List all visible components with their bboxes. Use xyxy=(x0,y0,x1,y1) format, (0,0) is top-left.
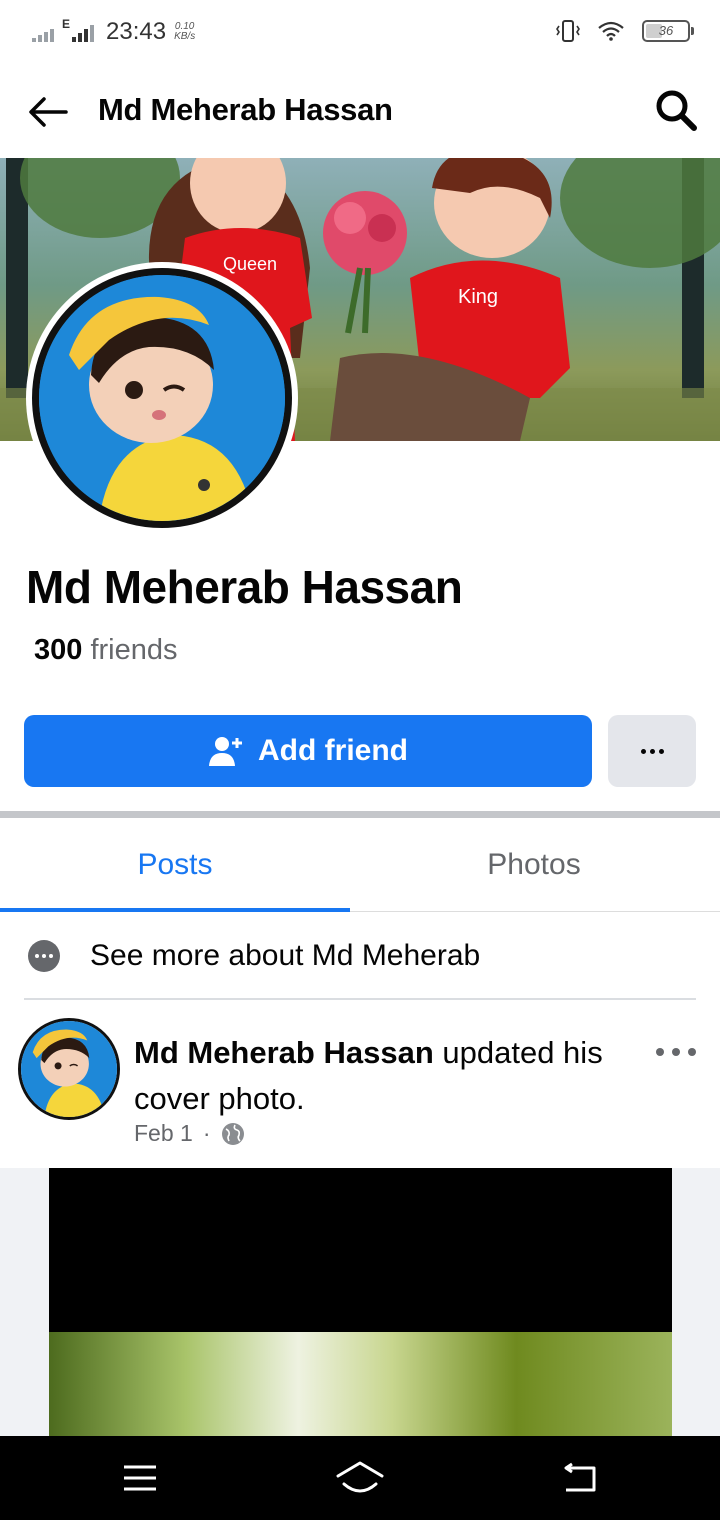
post-meta: Feb 1 · xyxy=(134,1120,245,1147)
menu-icon xyxy=(124,1465,156,1491)
back-nav-button[interactable] xyxy=(550,1458,610,1498)
clock: 23:43 xyxy=(106,18,167,45)
status-right: 36 xyxy=(556,18,694,44)
add-person-icon xyxy=(209,737,242,766)
avatar-illustration xyxy=(39,275,285,521)
friends-count-line[interactable]: 300 friends xyxy=(34,634,178,667)
post-cover-photo[interactable] xyxy=(49,1168,672,1436)
globe-icon xyxy=(221,1122,244,1145)
more-dots-icon xyxy=(28,940,60,972)
post-author-avatar[interactable] xyxy=(18,1018,120,1120)
profile-name: Md Meherab Hassan xyxy=(26,561,463,613)
profile-tabs: Posts Photos xyxy=(0,818,720,912)
add-friend-button[interactable]: Add friend xyxy=(24,715,592,787)
section-divider xyxy=(0,811,720,818)
app-header: Md Meherab Hassan xyxy=(0,64,720,158)
post-date[interactable]: Feb 1 xyxy=(134,1120,193,1147)
back-nav-icon xyxy=(564,1462,596,1492)
signal-sim1-icon xyxy=(32,22,54,42)
profile-avatar-image xyxy=(32,268,292,528)
battery-icon: 36 xyxy=(642,20,694,42)
profile-more-button[interactable] xyxy=(608,715,696,787)
wifi-icon xyxy=(598,21,624,41)
dot xyxy=(658,748,664,754)
post-author[interactable]: Md Meherab Hassan xyxy=(134,1035,434,1070)
post-photo-preview xyxy=(49,1332,672,1436)
signal-sim2-icon xyxy=(72,22,95,42)
network-type: E xyxy=(62,17,71,31)
see-more-about[interactable]: See more about Md Meherab xyxy=(0,912,720,1000)
divider xyxy=(24,998,696,1000)
cover-shirt-left: Queen xyxy=(223,254,277,274)
cover-shirt-right: King xyxy=(458,286,498,308)
tab-photos[interactable]: Photos xyxy=(358,818,710,912)
network-speed-unit: KB/s xyxy=(174,31,196,42)
post-header: Md Meherab Hassan updated his cover phot… xyxy=(134,1030,654,1122)
avatar-illustration xyxy=(21,1021,117,1117)
profile-avatar[interactable] xyxy=(26,262,298,534)
battery-level: 36 xyxy=(658,23,674,38)
home-button[interactable] xyxy=(330,1458,390,1498)
vibrate-icon xyxy=(556,20,580,42)
header-title: Md Meherab Hassan xyxy=(98,92,393,127)
arrow-left-icon xyxy=(29,97,68,127)
home-icon xyxy=(336,1461,384,1493)
network-speed: 0.10 KB/s xyxy=(174,22,195,42)
tab-posts[interactable]: Posts xyxy=(0,818,350,912)
friends-label: friends xyxy=(90,634,178,666)
dot xyxy=(640,748,646,754)
status-left: E 23:43 0.10 KB/s xyxy=(32,17,195,46)
dot xyxy=(649,748,655,754)
recent-apps-button[interactable] xyxy=(110,1458,170,1498)
system-nav-bar xyxy=(0,1436,720,1520)
status-bar: E 23:43 0.10 KB/s 36 xyxy=(0,0,720,64)
meta-separator: · xyxy=(202,1120,211,1146)
add-friend-label: Add friend xyxy=(258,734,408,767)
search-button[interactable] xyxy=(650,84,702,136)
see-more-label: See more about Md Meherab xyxy=(90,939,481,972)
search-icon xyxy=(656,90,697,131)
friends-count: 300 xyxy=(34,634,83,666)
post-menu-button[interactable] xyxy=(656,1040,696,1064)
back-button[interactable] xyxy=(24,88,72,136)
